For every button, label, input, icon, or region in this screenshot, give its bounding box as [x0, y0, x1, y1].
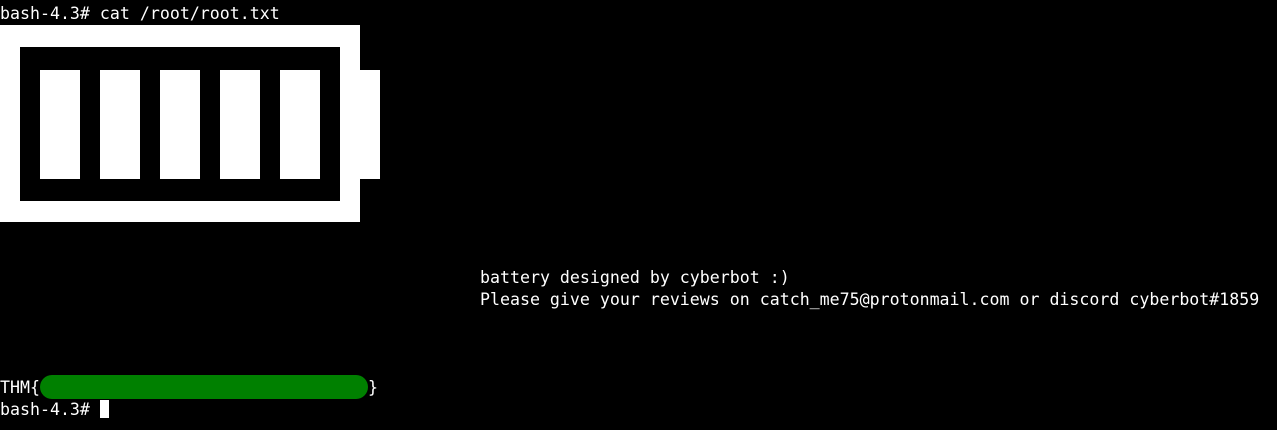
- flag-line: THM{}: [0, 374, 378, 399]
- battery-cell-5: [280, 70, 320, 179]
- battery-cell-4: [220, 70, 260, 179]
- flag-redaction-mark: [39, 374, 368, 399]
- prompt-line[interactable]: bash-4.3#: [0, 399, 109, 421]
- terminal-window[interactable]: bash-4.3# cat /root/root.txt battery des…: [0, 0, 1277, 430]
- flag-suffix: }: [367, 378, 378, 397]
- banner-credit-line: battery designed by cyberbot :): [480, 268, 790, 287]
- shell-prompt: bash-4.3#: [0, 400, 100, 419]
- text-cursor: [99, 400, 109, 418]
- flag-prefix: THM{: [0, 378, 40, 397]
- battery-cell-2: [100, 70, 140, 179]
- battery-terminal-cap: [360, 70, 380, 179]
- banner-contact-line: Please give your reviews on catch_me75@p…: [480, 290, 1260, 309]
- battery-cell-1: [40, 70, 80, 179]
- battery-cell-3: [160, 70, 200, 179]
- command-line: bash-4.3# cat /root/root.txt: [0, 4, 280, 23]
